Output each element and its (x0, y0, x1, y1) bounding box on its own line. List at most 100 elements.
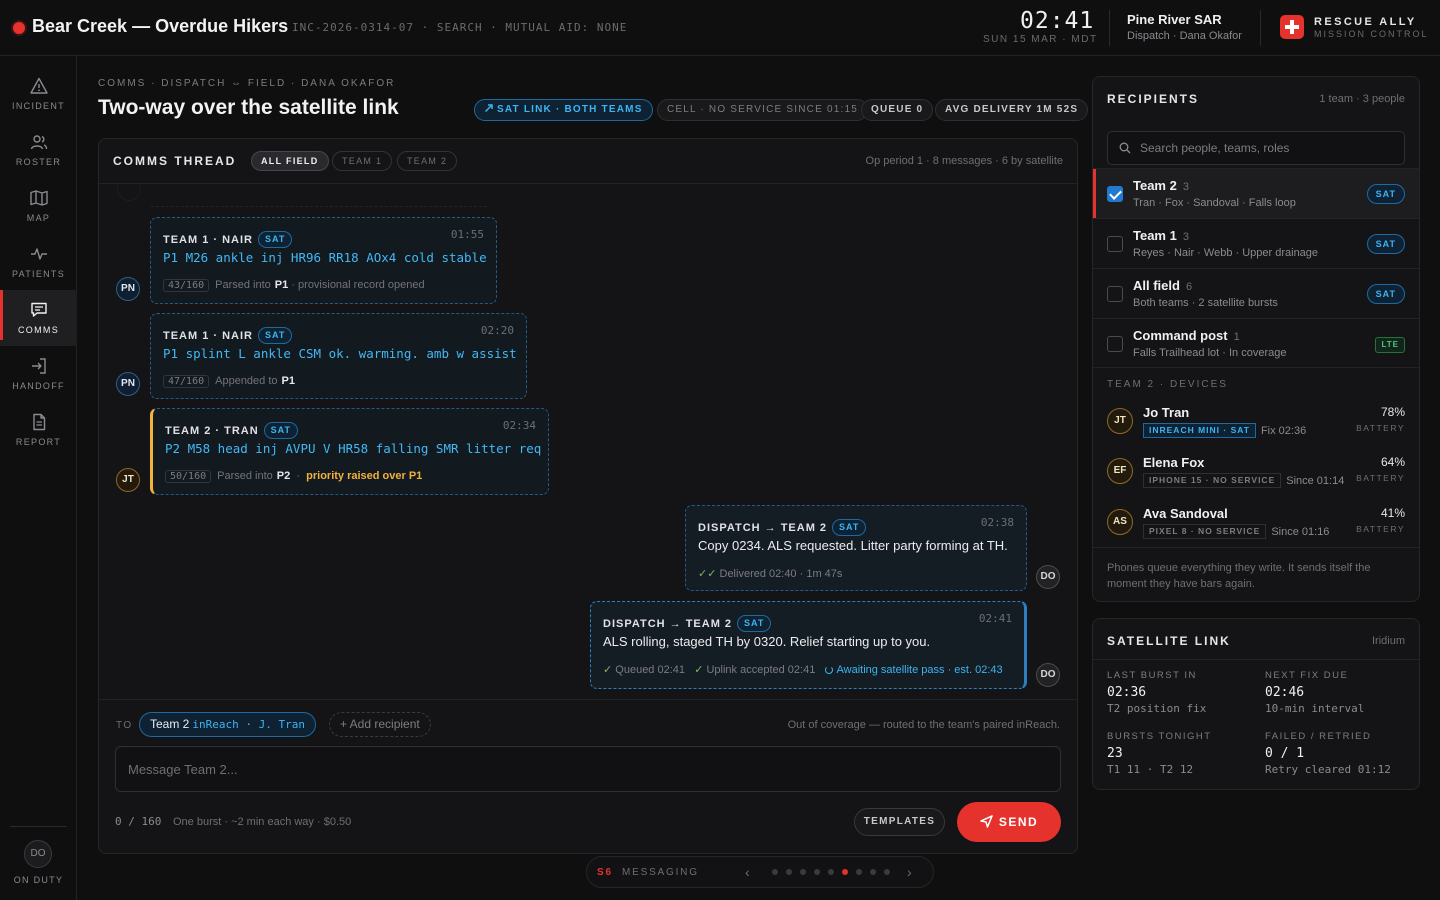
step-dot[interactable] (856, 869, 862, 875)
message-bubble[interactable]: TEAM 1 · NAIR SAT 01:55 P1 M26 ankle inj … (150, 217, 497, 304)
char-count: 47/160 (163, 375, 210, 388)
to-label: TO (116, 720, 133, 731)
message-text: P1 splint L ankle CSM ok. warming. amb w… (163, 346, 517, 361)
message-bubble[interactable]: TEAM 1 · NAIR SAT 02:20 P1 splint L ankle… (150, 313, 527, 399)
message-sender: DISPATCH → TEAM 2 SAT (698, 519, 867, 536)
checkbox[interactable] (1107, 236, 1123, 252)
step-dot[interactable] (884, 869, 890, 875)
queue-pill: QUEUE 0 (861, 99, 934, 121)
page-title: Two-way over the satellite link (98, 96, 399, 119)
templates-button[interactable]: TEMPLATES (854, 808, 945, 836)
nav-report[interactable]: REPORT (0, 412, 77, 462)
message-text: P2 M58 head inj AVPU V HR58 falling SMR … (165, 441, 542, 456)
nav-comms[interactable]: COMMS (0, 290, 77, 346)
battery-label: BATTERY (1356, 423, 1405, 433)
stat-sub: T2 position fix (1107, 702, 1207, 715)
message-sender: TEAM 1 · NAIR SAT (163, 327, 293, 344)
message-list[interactable]: PN TEAM 1 · NAIR SAT 01:55 P1 M26 ankle i… (99, 185, 1077, 699)
map-icon (29, 190, 48, 206)
device-row[interactable]: EF Elena Fox IPHONE 15 · NO SERVICE Since… (1093, 447, 1419, 497)
avatar: PN (116, 372, 140, 396)
org-name: Pine River SAR (1127, 12, 1222, 27)
message-footer: 47/160 Appended to P1 (163, 375, 295, 388)
checkbox[interactable] (1107, 186, 1123, 202)
char-count: 50/160 (165, 470, 212, 483)
tab-team-1[interactable]: TEAM 1 (332, 151, 393, 171)
recipient-command-post[interactable]: Command post 1 Falls Trailhead lot · In c… (1093, 318, 1419, 368)
step-dot[interactable] (828, 869, 834, 875)
stat-label: NEXT FIX DUE (1265, 670, 1349, 681)
chevron-left-icon[interactable]: ‹ (745, 864, 750, 880)
stat-sub: T1 11 · T2 12 (1107, 763, 1194, 776)
device-tag: IPHONE 15 · NO SERVICE (1143, 473, 1282, 488)
sat-badge: SAT (1366, 284, 1405, 304)
recipient-members: Tran · Fox · Sandoval · Falls loop (1133, 197, 1296, 209)
device-tag: INREACH MINI · SAT (1143, 423, 1256, 438)
recipient-all-field[interactable]: All field 6 Both teams · 2 satellite burs… (1093, 268, 1419, 318)
checkbox[interactable] (1107, 336, 1123, 352)
step-dot[interactable] (786, 869, 792, 875)
cell-status-pill: CELL · NO SERVICE SINCE 01:15 (657, 99, 868, 121)
priority-note: priority raised over P1 (306, 470, 423, 482)
login-arrow-icon (31, 358, 46, 374)
search-input[interactable] (1140, 132, 1400, 164)
avatar: EF (1107, 458, 1133, 484)
thread-title: COMMS THREAD (113, 154, 237, 168)
recipient-team-2[interactable]: Team 23 Tran · Fox · Sandoval · Falls lo… (1093, 168, 1419, 219)
nav-roster[interactable]: ROSTER (0, 132, 77, 182)
nav-label: MAP (26, 213, 51, 223)
add-recipient-button[interactable]: + Add recipient (329, 712, 431, 737)
device-info: IPHONE 15 · NO SERVICE Since 01:14 (1143, 473, 1344, 488)
nav-patients[interactable]: PATIENTS (0, 244, 77, 294)
step-dot[interactable] (800, 869, 806, 875)
message-text: Copy 0234. ALS requested. Litter party f… (698, 538, 1008, 553)
patient-link[interactable]: P2 (277, 470, 290, 482)
person-name: Elena Fox (1143, 455, 1205, 470)
device-row[interactable]: AS Ava Sandoval PIXEL 8 · NO SERVICE Sinc… (1093, 498, 1419, 548)
step-dot[interactable] (814, 869, 820, 875)
burst-cost-note: One burst · ~2 min each way · $0.50 (173, 816, 352, 828)
divider (10, 826, 67, 827)
message-bubble[interactable]: DISPATCH → TEAM 2 SAT 02:41 ALS rolling, … (590, 601, 1027, 689)
delivery-status: ✓✓ Delivered 02:40 · 1m 47s (698, 568, 843, 580)
recipient-team-1[interactable]: Team 13 Reyes · Nair · Webb · Upper drai… (1093, 218, 1419, 268)
divider (1093, 367, 1419, 368)
patient-link[interactable]: P1 (275, 279, 288, 291)
search-icon (1119, 142, 1131, 154)
chevron-right-icon[interactable]: › (907, 864, 912, 880)
step-dot[interactable] (842, 869, 848, 875)
tab-all-field[interactable]: ALL FIELD (251, 151, 329, 171)
check-icon: ✓ (603, 664, 613, 676)
recipients-meta: 1 team · 3 people (1319, 93, 1405, 105)
clock-date: SUN 15 MAR · MDT (983, 34, 1098, 45)
rescue-cross-logo-icon (1280, 15, 1304, 39)
nav-map[interactable]: MAP (0, 188, 77, 238)
user-avatar[interactable]: DO (24, 840, 52, 868)
patient-link[interactable]: P1 (282, 375, 295, 387)
divider (1260, 10, 1261, 46)
nav-incident[interactable]: INCIDENT (0, 76, 77, 126)
message-sender: TEAM 1 · NAIR SAT (163, 231, 293, 248)
checkbox[interactable] (1107, 286, 1123, 302)
double-check-icon: ✓✓ (698, 568, 717, 580)
step-dot[interactable] (870, 869, 876, 875)
avatar (117, 185, 141, 201)
breadcrumb: COMMS · DISPATCH ⇔ FIELD · DANA OKAFOR (98, 78, 396, 89)
device-row[interactable]: JT Jo Tran INREACH MINI · SAT Fix 02:36 7… (1093, 397, 1419, 447)
stat-label: FAILED / RETRIED (1265, 731, 1372, 742)
message-bubble[interactable]: TEAM 2 · TRAN SAT 02:34 P2 M58 head inj A… (150, 408, 549, 495)
alert-triangle-icon (29, 77, 48, 94)
nav-handoff[interactable]: HANDOFF (0, 356, 77, 406)
thread-meta: Op period 1 · 8 messages · 6 by satellit… (865, 155, 1063, 167)
pulse-icon (30, 248, 47, 260)
avatar: AS (1107, 509, 1133, 535)
recipient-chip[interactable]: Team 2 inReach · J. Tran (139, 712, 316, 737)
message-footer: 43/160 Parsed into P1 · provisional record… (163, 279, 425, 292)
message-bubble[interactable]: DISPATCH → TEAM 2 SAT 02:38 Copy 0234. AL… (685, 505, 1027, 591)
send-button[interactable]: SEND (957, 802, 1061, 842)
stat-label: BURSTS TONIGHT (1107, 731, 1212, 742)
step-dot[interactable] (772, 869, 778, 875)
message-input[interactable] (115, 746, 1061, 792)
document-icon (32, 413, 45, 431)
tab-team-2[interactable]: TEAM 2 (397, 151, 458, 171)
